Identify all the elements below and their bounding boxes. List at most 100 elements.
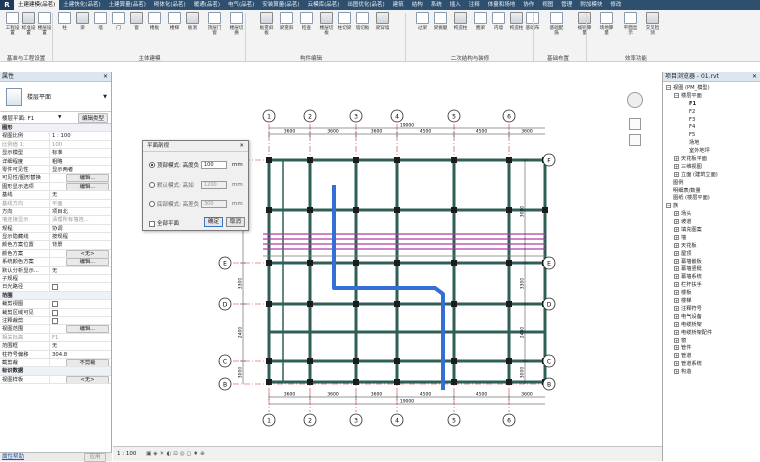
expand-icon[interactable]: + — [674, 258, 679, 264]
ribbon-button[interactable]: 过梁 — [414, 12, 431, 31]
property-value[interactable] — [49, 275, 111, 283]
property-value[interactable]: 不剪裁 — [49, 358, 111, 367]
tree-item[interactable]: 室外地坪 — [663, 147, 760, 155]
tree-item[interactable]: F5 — [663, 131, 760, 139]
tree-item[interactable]: + 天花板 — [663, 242, 760, 250]
zoom-icon[interactable] — [629, 118, 641, 130]
ribbon-button[interactable]: 构造柱 — [508, 12, 525, 31]
expand-icon[interactable]: + — [674, 219, 679, 225]
expand-icon[interactable]: + — [674, 313, 679, 319]
property-value[interactable]: 项目北 — [49, 207, 111, 216]
tree-item[interactable]: + 电气设备 — [663, 313, 760, 321]
ribbon-button[interactable]: 门 — [110, 12, 127, 31]
default-mode-radio[interactable] — [149, 182, 155, 188]
pan-icon[interactable] — [629, 134, 641, 146]
tree-item[interactable]: + 立面 (建筑立面) — [663, 171, 760, 179]
ribbon-tab[interactable]: 结构 — [408, 0, 427, 10]
ribbon-button[interactable]: 板变斜板 — [258, 12, 275, 36]
tree-item[interactable]: F2 — [663, 108, 760, 116]
tree-item[interactable]: + 坡道 — [663, 218, 760, 226]
ribbon-tab[interactable]: 暖通(品茗) — [190, 0, 224, 10]
ribbon-button[interactable]: 梁穿墙 — [374, 12, 391, 31]
tree-item[interactable]: + 墙 — [663, 234, 760, 242]
tree-item[interactable]: − 视图 (PM_模型) — [663, 84, 760, 92]
tree-item[interactable]: 图例 — [663, 179, 760, 187]
property-checkbox[interactable] — [52, 301, 58, 308]
expand-icon[interactable]: + — [674, 321, 679, 327]
ribbon-button[interactable]: 墙 — [92, 12, 109, 31]
default-mode-input[interactable]: 1200 — [201, 181, 227, 189]
tree-item[interactable]: + 构造 — [663, 368, 760, 376]
ribbon-button[interactable]: 内墙 — [490, 12, 507, 31]
tree-item[interactable]: + 窗 — [663, 337, 760, 345]
ribbon-button[interactable]: 检查 — [298, 12, 315, 31]
tree-item[interactable]: + 幕墙竖梃 — [663, 265, 760, 273]
ribbon-button[interactable]: 圈梁 — [472, 12, 489, 31]
view-scale[interactable]: 1 : 100 — [117, 451, 136, 457]
property-value[interactable] — [49, 283, 111, 291]
ribbon-tab[interactable]: 砌体化(品茗) — [150, 0, 190, 10]
property-section[interactable]: 范围 — [0, 291, 111, 301]
property-value[interactable]: 无 — [49, 342, 111, 350]
property-value[interactable]: 按规程 — [49, 233, 111, 241]
chevron-down-icon[interactable]: ▼ — [58, 115, 61, 120]
tree-item[interactable]: + 楼板 — [663, 289, 760, 297]
navigation-bar[interactable] — [618, 82, 654, 152]
ribbon-button[interactable]: 标准设置 — [20, 12, 37, 36]
property-value[interactable]: 粗略 — [49, 157, 111, 165]
tree-item[interactable]: + 幕墙系统 — [663, 273, 760, 281]
expand-icon[interactable]: + — [674, 337, 679, 343]
property-checkbox[interactable] — [52, 284, 58, 291]
tree-item[interactable]: + 管道 — [663, 352, 760, 360]
property-value[interactable] — [49, 308, 111, 316]
collapse-icon[interactable]: − — [666, 85, 671, 90]
ribbon-button[interactable]: 梁挑腿 — [432, 12, 449, 31]
ribbon-tab[interactable]: 电气(品茗) — [224, 0, 258, 10]
ok-button[interactable]: 确定 — [204, 217, 223, 227]
ribbon-button[interactable]: 基础配筋 — [548, 12, 565, 36]
property-value[interactable] — [49, 316, 111, 325]
tree-item[interactable]: + 栏杆扶手 — [663, 281, 760, 289]
ribbon-button[interactable]: 柱 — [56, 12, 73, 31]
expand-icon[interactable]: + — [674, 329, 679, 335]
close-icon[interactable]: ✕ — [752, 72, 757, 82]
ribbon-tab[interactable]: 土建算量(品茗) — [105, 0, 150, 10]
property-edit-button[interactable]: <无> — [66, 249, 109, 258]
property-section[interactable]: 标识数据 — [0, 367, 111, 376]
ribbon-tab[interactable]: 土建快化(品茗) — [59, 0, 104, 10]
ribbon-button[interactable]: 窗 — [128, 12, 145, 31]
expand-icon[interactable]: + — [674, 274, 679, 280]
cancel-button[interactable]: 取消 — [226, 217, 245, 227]
ribbon-tab[interactable]: 安装算量(品茗) — [258, 0, 303, 10]
expand-icon[interactable]: + — [674, 369, 679, 375]
expand-icon[interactable]: + — [674, 345, 679, 351]
ribbon-button[interactable]: 梁 — [74, 12, 91, 31]
ribbon-button[interactable]: 规则算量 — [576, 12, 593, 36]
property-edit-button[interactable]: 编辑... — [66, 258, 109, 266]
ribbon-button[interactable]: 平面显示 — [622, 12, 639, 36]
expand-icon[interactable]: + — [674, 163, 679, 169]
ribbon-tab[interactable]: 云模库(品茗) — [304, 0, 344, 10]
tree-item[interactable]: + 填充图案 — [663, 226, 760, 234]
property-edit-button[interactable]: 编辑... — [66, 174, 109, 182]
expand-icon[interactable]: + — [674, 305, 679, 311]
tree-item[interactable]: 明细表/数量 — [663, 187, 760, 195]
expand-icon[interactable]: + — [674, 156, 679, 162]
tree-item[interactable]: + 注释符号 — [663, 305, 760, 313]
app-logo[interactable]: R — [0, 0, 14, 10]
ribbon-button[interactable]: 楼梯 — [166, 12, 183, 31]
expand-icon[interactable]: + — [674, 234, 679, 240]
ribbon-tab[interactable]: 协作 — [519, 0, 538, 10]
property-checkbox[interactable] — [52, 317, 58, 324]
property-value[interactable]: 背景 — [49, 241, 111, 249]
expand-icon[interactable]: + — [674, 250, 679, 256]
tree-item[interactable]: + 管件 — [663, 344, 760, 352]
property-edit-button[interactable]: 编辑... — [66, 325, 109, 333]
tree-item[interactable]: + 楼梯 — [663, 297, 760, 305]
tree-item[interactable]: F4 — [663, 123, 760, 131]
bottom-mode-radio[interactable] — [149, 201, 155, 207]
tree-item[interactable]: + 屋顶 — [663, 250, 760, 258]
ribbon-tab[interactable]: 注释 — [465, 0, 484, 10]
top-mode-radio[interactable] — [149, 162, 155, 168]
ribbon-button[interactable]: 板洞 — [184, 12, 201, 31]
